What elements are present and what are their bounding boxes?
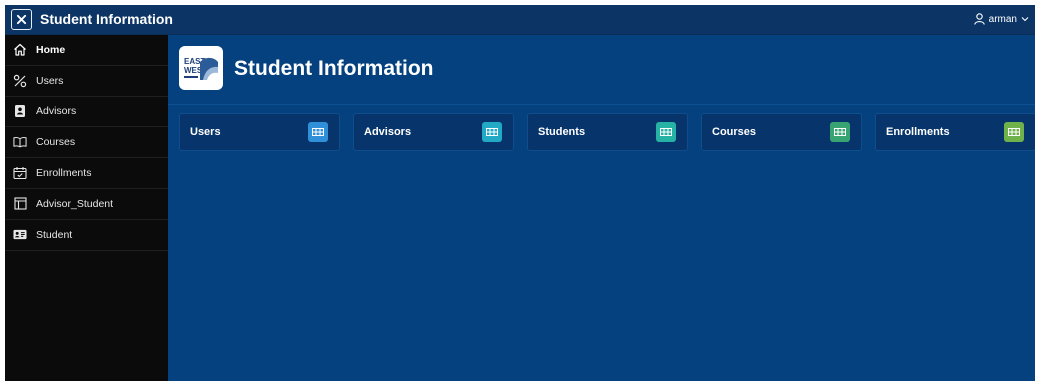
sidebar-item-advisor-student[interactable]: Advisor_Student [5,189,168,220]
main-content: EAST WEST Student Information Users Advi… [168,35,1035,381]
card-label: Courses [712,126,757,138]
page-title: Student Information [234,57,434,80]
card-badge [830,122,850,142]
sidebar-item-label: Courses [36,136,76,149]
sidebar-item-label: Users [36,74,64,87]
close-icon [16,14,27,25]
sidebar-nav: Home Users Advisors Courses Enrollments [5,35,168,381]
sidebar-item-label: Enrollments [36,167,92,180]
card-students[interactable]: Students [527,113,688,151]
percent-icon [13,74,27,88]
sidebar-item-home[interactable]: Home [5,35,168,66]
east-west-university-logo: EAST WEST [179,46,223,90]
sidebar-item-label: Advisors [36,105,77,118]
card-enrollments[interactable]: Enrollments [875,113,1035,151]
card-advisors[interactable]: Advisors [353,113,514,151]
card-badge [482,122,502,142]
card-users[interactable]: Users [179,113,340,151]
user-icon [973,13,985,25]
chevron-down-icon [1021,17,1029,22]
table-icon [312,128,324,136]
card-badge [308,122,328,142]
close-menu-button[interactable] [11,9,32,30]
sidebar-item-label: Student [36,228,73,241]
calendar-check-icon [13,166,27,180]
contact-book-icon [13,104,27,118]
table-icon [660,128,672,136]
card-label: Students [538,126,586,138]
table-icon [1008,128,1020,136]
sidebar-item-enrollments[interactable]: Enrollments [5,158,168,189]
card-label: Enrollments [886,126,950,138]
sidebar-item-courses[interactable]: Courses [5,127,168,159]
user-menu[interactable]: arman [973,13,1029,25]
layout-panel-icon [13,197,27,211]
page-header: EAST WEST Student Information [168,35,1035,105]
card-courses[interactable]: Courses [701,113,862,151]
app-title[interactable]: Student Information [40,11,173,27]
user-name: arman [988,13,1017,25]
table-icon [834,128,846,136]
app-window: Student Information arman Home Users Adv… [5,5,1035,381]
sidebar-item-student[interactable]: Student [5,220,168,251]
home-icon [13,43,27,57]
card-label: Advisors [364,126,412,138]
card-list: Users Advisors Students Courses Enrollme… [179,113,1035,151]
card-label: Users [190,126,221,138]
sidebar-item-users[interactable]: Users [5,66,168,97]
open-book-icon [13,135,27,149]
card-badge [656,122,676,142]
card-badge [1004,122,1024,142]
sidebar-item-label: Advisor_Student [36,197,114,210]
sidebar-item-advisors[interactable]: Advisors [5,97,168,128]
top-header: Student Information arman [5,5,1035,35]
sidebar-item-label: Home [36,43,66,56]
table-icon [486,128,498,136]
id-card-icon [13,228,27,242]
